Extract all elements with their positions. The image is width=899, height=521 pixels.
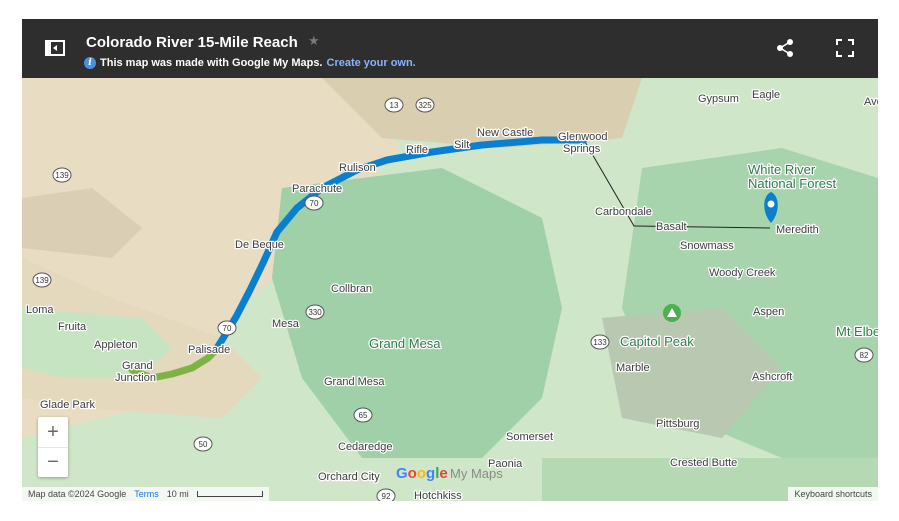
place-label: Grand Mesa xyxy=(324,376,385,388)
place-label: Carbondale xyxy=(595,206,652,218)
place-label: Cedaredge xyxy=(338,441,392,453)
place-label: Orchard City xyxy=(318,471,380,483)
place-label: Loma xyxy=(26,304,54,316)
highway-shield-number: 65 xyxy=(359,411,368,420)
info-icon: i xyxy=(84,57,96,69)
zoom-controls: + − xyxy=(38,417,68,477)
place-label: New Castle xyxy=(477,127,533,139)
terms-link[interactable]: Terms xyxy=(134,489,159,499)
sidebar-toggle-button[interactable] xyxy=(40,33,70,63)
highway-shield-number: 70 xyxy=(310,199,319,208)
highway-shield-number: 50 xyxy=(199,440,208,449)
create-your-own-link[interactable]: Create your own. xyxy=(327,57,416,69)
highway-shield: 92 xyxy=(376,488,396,501)
highway-shield: 65 xyxy=(353,407,373,423)
place-label: Meredith xyxy=(776,224,819,236)
map-header: Colorado River 15-Mile Reach ★ i This ma… xyxy=(22,19,878,78)
highway-shield: 82 xyxy=(854,347,874,363)
google-logo: Google xyxy=(396,465,448,482)
share-icon xyxy=(777,39,793,57)
fullscreen-icon xyxy=(836,39,854,57)
place-label: Grand xyxy=(122,360,153,372)
place-label: Avo xyxy=(864,96,878,108)
highway-shield-number: 139 xyxy=(35,276,49,285)
place-label: Rifle xyxy=(406,144,428,156)
place-label: Snowmass xyxy=(680,240,734,252)
place-label: Hotchkiss xyxy=(414,490,462,501)
highway-shield-number: 325 xyxy=(418,101,432,110)
map-subtitle: i This map was made with Google My Maps.… xyxy=(84,57,416,69)
map-canvas[interactable]: 13 325 139 139 70 330 70 133 82 65 50 92 Gypsum Eagl… xyxy=(22,78,878,501)
share-button[interactable] xyxy=(770,33,800,63)
place-label: Marble xyxy=(616,362,650,374)
map-title: Colorado River 15-Mile Reach xyxy=(86,34,298,51)
place-label: Parachute xyxy=(292,183,342,195)
highway-shield-number: 92 xyxy=(382,492,391,501)
highway-shield-number: 133 xyxy=(593,338,607,347)
highway-shield: 133 xyxy=(590,334,610,350)
fullscreen-button[interactable] xyxy=(830,33,860,63)
place-label: Fruita xyxy=(58,321,87,333)
highway-shield: 13 xyxy=(384,97,404,113)
highway-shield-number: 82 xyxy=(860,351,869,360)
map-footer: Map data ©2024 Google Terms 10 mi xyxy=(22,487,269,501)
highway-shield: 139 xyxy=(52,167,72,183)
place-label: Somerset xyxy=(506,431,553,443)
place-label: Silt xyxy=(454,139,469,151)
google-logo-text: Google xyxy=(396,465,448,482)
map-data-attribution: Map data ©2024 Google xyxy=(28,489,127,499)
place-label: Glade Park xyxy=(40,399,96,411)
subtitle-text: This map was made with Google My Maps. xyxy=(100,57,323,69)
place-label: Eagle xyxy=(752,89,780,101)
place-label: De Beque xyxy=(235,239,284,251)
zoom-in-button[interactable]: + xyxy=(38,417,68,447)
place-label: Basalt xyxy=(656,221,687,233)
scale-bar xyxy=(196,491,263,497)
place-label: Glenwood xyxy=(558,131,608,143)
place-label: Junction xyxy=(115,372,156,384)
place-label: Palisade xyxy=(188,344,230,356)
highway-shield-number: 330 xyxy=(308,308,322,317)
highway-shield-number: 13 xyxy=(390,101,399,110)
place-label: Springs xyxy=(563,143,601,155)
place-label: Woody Creek xyxy=(709,267,776,279)
highway-shield: 325 xyxy=(415,97,435,113)
sidebar-toggle-icon xyxy=(45,40,65,56)
park-marker-icon[interactable] xyxy=(663,304,681,322)
place-label: Mesa xyxy=(272,318,300,330)
scale-label[interactable]: 10 mi xyxy=(167,489,189,499)
place-label: Capitol Peak xyxy=(620,334,694,349)
zoom-out-button[interactable]: − xyxy=(38,447,68,477)
place-label: Mt Elbert xyxy=(836,324,878,339)
place-label: Gypsum xyxy=(698,93,739,105)
place-label: Rulison xyxy=(339,162,376,174)
place-label: Grand Mesa xyxy=(369,336,441,351)
highway-shield: 139 xyxy=(32,272,52,288)
place-label: Aspen xyxy=(753,306,784,318)
place-label: Ashcroft xyxy=(752,371,792,383)
place-label: Appleton xyxy=(94,339,137,351)
highway-shield-number: 139 xyxy=(55,171,69,180)
star-icon[interactable]: ★ xyxy=(308,33,320,49)
place-label: National Forest xyxy=(748,176,837,191)
place-label: Pittsburg xyxy=(656,418,699,430)
highway-shield-number: 70 xyxy=(223,324,232,333)
mymaps-logo: My Maps xyxy=(450,466,503,481)
keyboard-shortcuts-button[interactable]: Keyboard shortcuts xyxy=(788,487,878,501)
highway-shield: 70 xyxy=(217,320,237,336)
place-label: White River xyxy=(748,162,816,177)
highway-shield: 50 xyxy=(193,436,213,452)
highway-shield: 70 xyxy=(304,195,324,211)
highway-shield: 330 xyxy=(305,304,325,320)
place-label: Collbran xyxy=(331,283,372,295)
map-frame: Colorado River 15-Mile Reach ★ i This ma… xyxy=(22,19,878,501)
place-label: Crested Butte xyxy=(670,457,737,469)
